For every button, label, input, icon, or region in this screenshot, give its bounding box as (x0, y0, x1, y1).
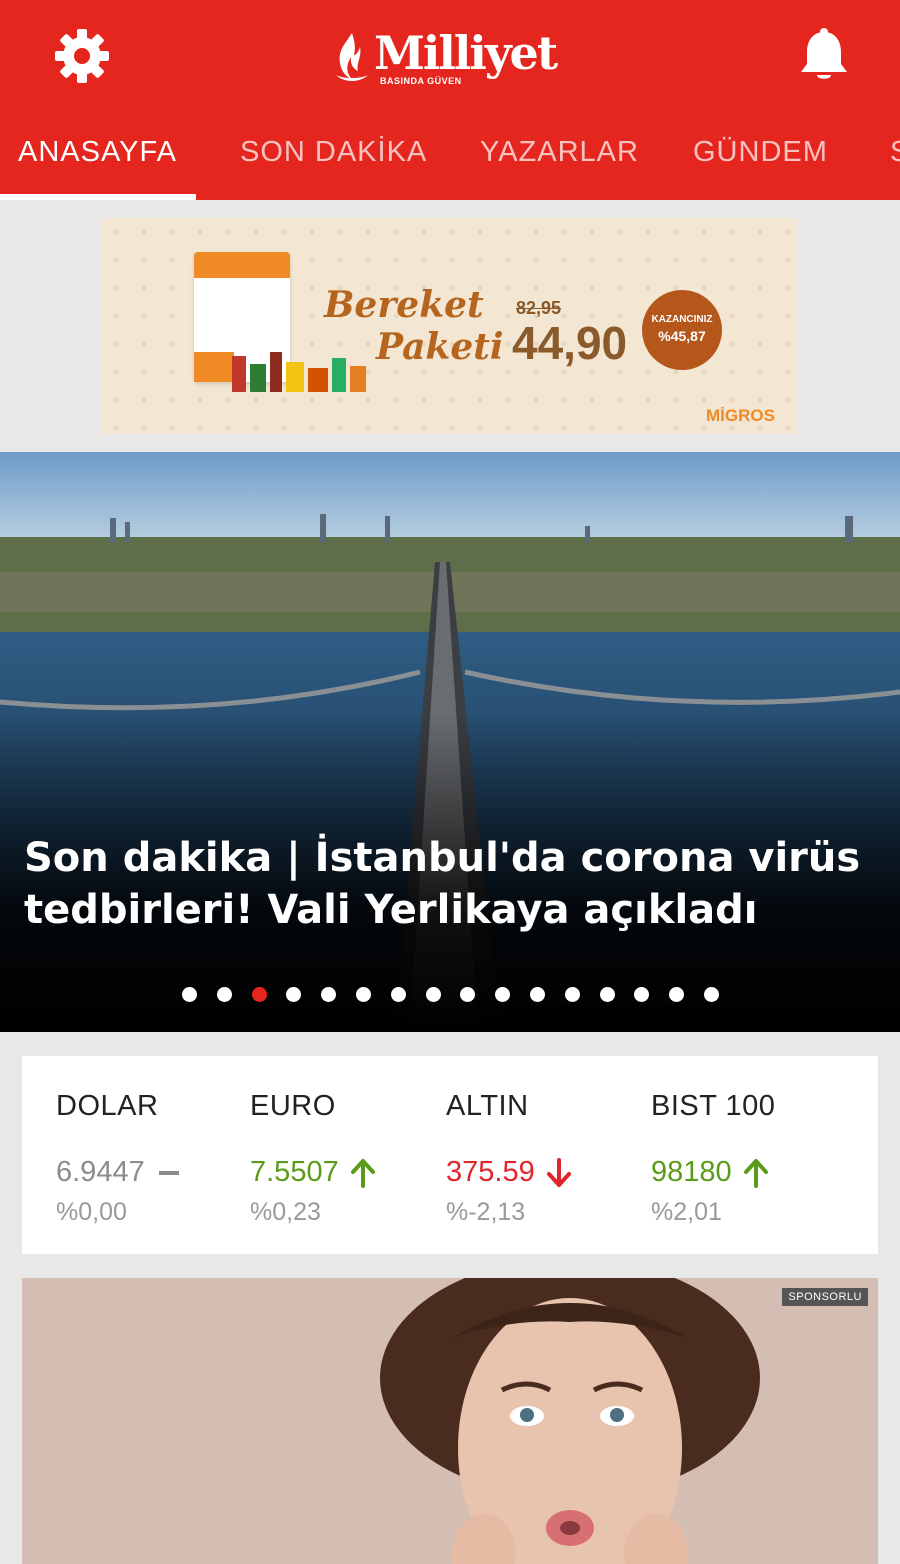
market-item-altin[interactable]: ALTIN 375.59 %-2,13 (446, 1056, 636, 1254)
slider-dot[interactable] (286, 987, 302, 1002)
market-value-row: 6.9447 (56, 1156, 183, 1189)
slider-dot[interactable] (495, 987, 511, 1002)
settings-button[interactable] (52, 26, 112, 86)
active-tab-indicator (0, 194, 196, 200)
market-change: %0,00 (56, 1198, 127, 1226)
slider-dot[interactable] (599, 987, 615, 1002)
sponsored-image (22, 1278, 878, 1564)
slider-dot[interactable] (182, 987, 197, 1002)
market-name: DOLAR (56, 1090, 159, 1122)
slider-dot[interactable] (251, 987, 267, 1002)
slider-pagination (0, 987, 900, 1003)
slider-dot[interactable] (356, 987, 371, 1002)
tab-son-dakika[interactable]: SON DAKİKA (240, 136, 427, 169)
milliyet-logo[interactable]: Milliyet BASINDA GÜVEN (334, 26, 574, 90)
market-item-euro[interactable]: EURO 7.5507 %0,23 (250, 1056, 430, 1254)
ad-brand-logo: MİGROS (706, 406, 775, 425)
market-name: BIST 100 (651, 1090, 776, 1122)
slider-dot[interactable] (321, 987, 337, 1002)
dash-icon (158, 1170, 179, 1175)
market-item-bist100[interactable]: BIST 100 98180 %2,01 (651, 1056, 851, 1254)
slider-dot[interactable] (704, 987, 719, 1002)
market-ticker: DOLAR 6.9447 %0,00 EURO 7.5507 %0,23 ALT… (22, 1056, 878, 1254)
tab-gundem[interactable]: GÜNDEM (693, 136, 828, 169)
market-value-row: 375.59 (446, 1156, 573, 1189)
sponsored-card[interactable]: SPONSORLU (22, 1278, 878, 1564)
market-name: EURO (250, 1090, 336, 1122)
ad-title: Bereket Paketi (324, 284, 504, 368)
arrow-down-icon (546, 1157, 571, 1187)
arrow-up-icon (350, 1158, 375, 1188)
sponsored-badge: SPONSORLU (782, 1288, 868, 1306)
ad-badge-line1: KAZANCINIZ (651, 314, 713, 325)
hero-headline[interactable]: Son dakika | İstanbul'da corona virüs te… (24, 832, 874, 936)
hero-slider[interactable]: Son dakika | İstanbul'da corona virüs te… (0, 452, 900, 1032)
hero-image (0, 452, 900, 1032)
category-tabs: ANASAYFA SON DAKİKA YAZARLAR GÜNDEM S (0, 120, 900, 200)
logo-wordmark: Milliyet (374, 26, 558, 80)
arrow-up-icon (743, 1158, 768, 1188)
slider-dot[interactable] (425, 987, 441, 1002)
slider-dot[interactable] (669, 987, 685, 1002)
ad-price: 44,90 (512, 317, 628, 369)
tab-next[interactable]: S (890, 136, 900, 169)
slider-dot[interactable] (216, 987, 232, 1002)
market-name: ALTIN (446, 1090, 529, 1122)
tab-anasayfa[interactable]: ANASAYFA (18, 136, 177, 169)
slider-dot[interactable] (390, 987, 406, 1002)
market-change: %0,23 (250, 1198, 321, 1226)
market-value: 7.5507 (250, 1156, 339, 1188)
slider-dot[interactable] (564, 987, 580, 1002)
notifications-button[interactable] (796, 24, 852, 84)
market-change: %2,01 (651, 1198, 722, 1226)
market-value-row: 7.5507 (250, 1156, 377, 1189)
gear-icon (55, 29, 109, 83)
slider-dot[interactable] (634, 987, 650, 1002)
ad-banner[interactable]: Bereket Paketi 82,95 44,90 KAZANCINIZ %4… (102, 218, 798, 434)
app-header: Milliyet BASINDA GÜVEN ANASAYFA SON DAKİ… (0, 0, 900, 200)
ad-title-line2: Paketi (376, 326, 504, 368)
ad-discount-badge: KAZANCINIZ %45,87 (642, 290, 722, 370)
market-value: 98180 (651, 1156, 732, 1188)
market-value: 375.59 (446, 1156, 535, 1188)
ad-badge-line2: %45,87 (658, 328, 706, 344)
slider-dot[interactable] (460, 987, 476, 1002)
tab-yazarlar[interactable]: YAZARLAR (480, 136, 639, 169)
bell-icon (801, 28, 847, 79)
logo-tagline: BASINDA GÜVEN (380, 76, 462, 86)
market-value: 6.9447 (56, 1156, 145, 1188)
slider-dot[interactable] (530, 987, 545, 1002)
market-change: %-2,13 (446, 1198, 526, 1226)
market-value-row: 98180 (651, 1156, 770, 1189)
market-item-dolar[interactable]: DOLAR 6.9447 %0,00 (56, 1056, 236, 1254)
ad-title-line1: Bereket (324, 284, 484, 326)
flame-icon (336, 33, 368, 81)
